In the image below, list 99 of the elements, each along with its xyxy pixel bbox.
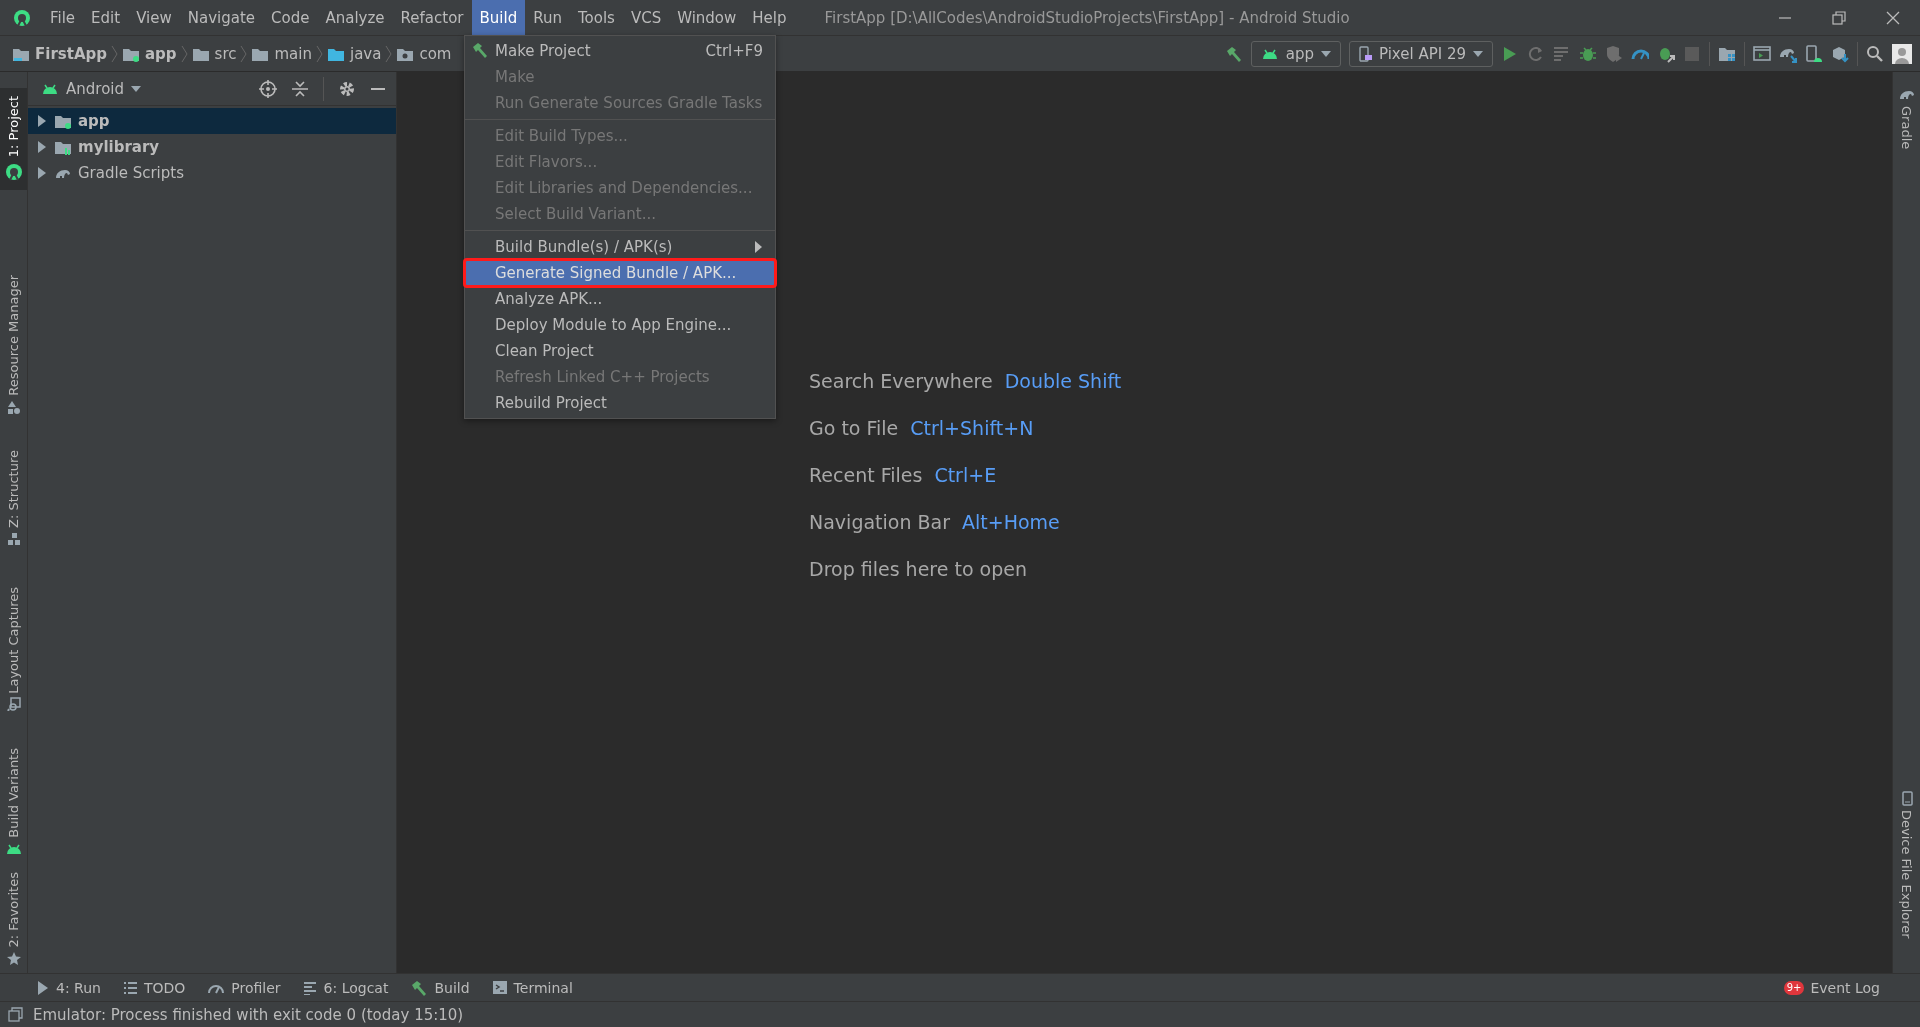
breadcrumb-item[interactable]: src — [191, 44, 237, 63]
submenu-arrow-icon — [754, 240, 763, 254]
collapse-all-icon[interactable] — [291, 79, 309, 98]
shapes-icon — [6, 399, 21, 414]
chevron-icon — [315, 44, 323, 63]
tool-window-tab[interactable]: Z: Structure — [0, 442, 27, 555]
menu-item[interactable]: Edit — [83, 0, 129, 35]
menu-item[interactable]: Build Bundle(s) / APK(s) — [465, 234, 775, 260]
menu-item[interactable]: Build — [471, 0, 526, 35]
tool-window-tab[interactable]: Profiler — [207, 979, 281, 996]
star-icon — [6, 951, 21, 965]
tool-window-tab[interactable]: Layout Captures — [0, 578, 27, 720]
app-logo-icon — [12, 7, 32, 28]
user-avatar-icon[interactable] — [1892, 43, 1912, 64]
windows-icon[interactable] — [8, 1007, 23, 1022]
list-icon — [122, 980, 138, 995]
hint-text: Search Everywhere — [809, 369, 993, 392]
phone-android-icon[interactable] — [1805, 44, 1823, 63]
shortcut-text: Ctrl+Shift+N — [910, 416, 1034, 439]
menu-item[interactable]: Generate Signed Bundle / APK... — [465, 260, 775, 286]
hint-text: Go to File — [809, 416, 899, 439]
menu-item[interactable]: Clean Project — [465, 338, 775, 364]
lines-icon — [302, 980, 318, 995]
breadcrumb-item[interactable]: app — [121, 44, 177, 63]
dropdown-caret-icon — [130, 84, 142, 93]
close-icon[interactable] — [1886, 10, 1900, 25]
menu-item[interactable]: Help — [744, 0, 795, 35]
structure-icon — [6, 532, 21, 547]
tool-window-tab[interactable]: 1: Project — [0, 88, 27, 190]
hammer-icon — [471, 42, 489, 58]
tool-window-tab[interactable]: TODO — [122, 979, 186, 996]
library-folder-icon — [54, 139, 72, 155]
bug-icon[interactable] — [1579, 44, 1597, 63]
module-folder-icon — [54, 113, 72, 129]
tool-window-tab[interactable]: Device File Explorer — [1893, 787, 1920, 943]
breadcrumb-item[interactable]: com — [396, 44, 452, 63]
collapsed-arrow-icon[interactable] — [36, 141, 48, 153]
hint-text: Drop files here to open — [809, 557, 1027, 580]
collapsed-arrow-icon[interactable] — [36, 115, 48, 127]
dropdown-caret-icon — [1472, 49, 1484, 58]
menu-item[interactable]: Analyze — [317, 0, 393, 35]
chevron-icon — [180, 44, 188, 63]
hint-text: Recent Files — [809, 463, 923, 486]
menu-item[interactable]: Run — [525, 0, 570, 35]
tool-window-tab[interactable]: Build — [410, 979, 470, 996]
breadcrumb-item[interactable]: main — [251, 44, 312, 63]
screen-icon[interactable] — [1753, 44, 1771, 63]
menu-item[interactable]: File — [42, 0, 84, 35]
tool-window-tab[interactable]: Build Variants — [0, 739, 27, 864]
search-icon[interactable] — [1866, 44, 1884, 63]
run-configuration-dropdown[interactable]: app — [1250, 40, 1341, 67]
shortcut-text: Ctrl+E — [934, 463, 997, 486]
tree-item[interactable]: app — [28, 108, 396, 134]
device-dropdown[interactable]: Pixel API 29 — [1348, 40, 1493, 67]
tool-window-tab[interactable]: 6: Logcat — [302, 979, 389, 996]
capture-icon — [6, 697, 21, 712]
shortcut-text: Alt+Home — [962, 510, 1060, 533]
notification-badge: 9+ — [1783, 980, 1805, 995]
settings-icon[interactable] — [338, 79, 356, 98]
view-selector-dropdown[interactable]: Android — [40, 79, 259, 98]
tool-window-tab[interactable]: Resource Manager — [0, 267, 27, 422]
menu-item[interactable]: Rebuild Project — [465, 390, 775, 416]
menu-item[interactable]: VCS — [622, 0, 670, 35]
status-message: Emulator: Process finished with exit code 0 (today 15:10) — [33, 1005, 464, 1024]
chevron-icon — [110, 44, 118, 63]
dropdown-caret-icon — [1319, 49, 1332, 58]
menu-item[interactable]: Window — [669, 0, 745, 35]
hammer-icon — [410, 979, 429, 996]
crosshair-icon[interactable] — [259, 79, 277, 98]
menu-item[interactable]: Navigate — [179, 0, 264, 35]
breadcrumb-item[interactable]: FirstApp — [12, 44, 107, 63]
menu-item[interactable]: Code — [263, 0, 318, 35]
phone-icon — [1357, 45, 1373, 62]
menu-item[interactable]: Make Project Ctrl+F9 — [465, 38, 775, 64]
chevron-icon — [240, 44, 248, 63]
phone-icon — [1899, 791, 1914, 807]
collapsed-arrow-icon[interactable] — [36, 167, 48, 179]
tree-item[interactable]: mylibrary — [28, 134, 396, 160]
hammer-icon[interactable] — [1224, 45, 1243, 62]
window-title: FirstApp [D:\AllCodes\AndroidStudioProjects\FirstApp] - Android Studio — [824, 7, 1351, 29]
menu-item[interactable]: Deploy Module to App Engine... — [465, 312, 775, 338]
menu-item[interactable]: Refactor — [392, 0, 472, 35]
restore-icon[interactable] — [1832, 10, 1846, 25]
tree-item[interactable]: Gradle Scripts — [28, 160, 396, 186]
breadcrumb-item[interactable]: java — [326, 44, 382, 63]
play-icon — [36, 979, 50, 996]
tool-window-tab[interactable]: Terminal — [491, 979, 573, 996]
menu-item[interactable]: Analyze APK... — [465, 286, 775, 312]
tool-window-tab[interactable]: 4: Run — [36, 979, 101, 996]
chevron-icon — [385, 44, 393, 63]
menu-item[interactable]: View — [128, 0, 180, 35]
terminal-icon — [491, 980, 508, 995]
tool-window-tab[interactable]: Gradle — [1893, 82, 1920, 154]
tool-window-tab[interactable]: 2: Favorites — [0, 863, 27, 973]
shortcut-text: Double Shift — [1004, 369, 1122, 392]
menu-item[interactable]: Tools — [569, 0, 623, 35]
hint-text: Navigation Bar — [809, 510, 950, 533]
event-log-tab[interactable]: Event Log — [1810, 979, 1880, 996]
cube-download-icon[interactable] — [1831, 44, 1849, 63]
